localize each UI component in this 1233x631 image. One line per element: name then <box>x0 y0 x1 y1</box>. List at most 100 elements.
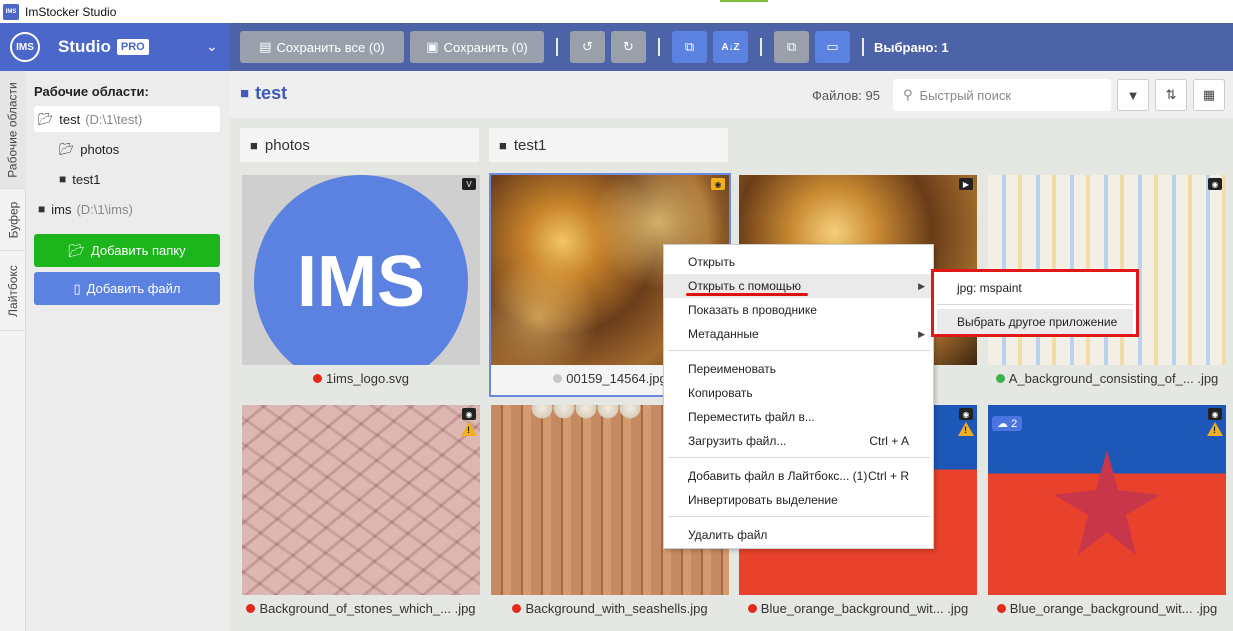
toolbar: ▤ Сохранить все (0) ▣ Сохранить (0) ↺ ↻ … <box>230 23 1233 71</box>
menu-item-move[interactable]: Переместить файл в... <box>664 405 933 429</box>
grid-icon: ▦ <box>1202 87 1216 102</box>
tree-item-ims[interactable]: ■ ims (D:\1\ims) <box>38 196 133 222</box>
file-label: Background_with_seashells.jpg <box>491 601 729 616</box>
binoculars-button[interactable]: ⧉ <box>672 31 707 63</box>
status-dot <box>996 604 1006 613</box>
brand-name: Studio <box>58 37 111 56</box>
toolbar-divider <box>862 38 864 56</box>
add-folder-button[interactable]: 📂︎ Добавить папку <box>34 234 220 267</box>
file-name: 1ims_logo.svg <box>325 371 410 386</box>
menu-item-metadata[interactable]: Метаданные ▶ <box>664 322 933 346</box>
save-all-label: Сохранить все (0) <box>276 39 385 55</box>
menu-divider <box>668 350 930 351</box>
tree-item-test[interactable]: 📂︎ test (D:\1\test) <box>34 106 220 132</box>
folder-name: test <box>255 83 288 103</box>
vector-icon: V <box>462 178 476 190</box>
toolbar-divider <box>658 38 660 56</box>
tree-item-label: ims <box>51 201 72 217</box>
camera-icon: ◉ <box>711 178 725 190</box>
file-card[interactable]: ◉ ! Background_of_stones_which_... .jpg <box>242 405 480 625</box>
status-dot <box>747 604 757 613</box>
status-dot <box>553 374 563 383</box>
cloud-count: 2 <box>1011 418 1018 430</box>
subfolder-test1[interactable]: ■ test1 <box>489 128 728 162</box>
filter-icon: ▼ <box>1126 87 1140 103</box>
tab-workspaces-label: Рабочие области <box>6 81 21 178</box>
menu-label: Загрузить файл... <box>688 434 787 448</box>
save-button[interactable]: ▣ Сохранить (0) <box>410 31 544 63</box>
subfolder-label: test1 <box>513 136 547 154</box>
menu-item-add-lightbox[interactable]: Добавить файл в Лайтбокс... (1) Ctrl + R <box>664 464 933 488</box>
tree-item-test1[interactable]: ■ test1 <box>59 166 100 192</box>
folder-open-icon: 📂︎ <box>38 112 54 126</box>
search-placeholder: Быстрый поиск <box>919 87 1012 103</box>
redo-button[interactable]: ↻ <box>611 31 646 63</box>
subfolder-label: photos <box>264 136 310 154</box>
menu-item-copy[interactable]: Копировать <box>664 381 933 405</box>
menu-item-open[interactable]: Открыть <box>664 250 933 274</box>
context-menu: Открыть Открыть с помощью ▶ Показать в пр… <box>663 244 934 549</box>
tree-item-label: test <box>59 111 81 127</box>
paste-button[interactable]: ▭ <box>815 31 850 63</box>
window-title: ImStocker Studio <box>25 4 117 19</box>
grid-view-button[interactable]: ▦ <box>1193 79 1225 111</box>
chevron-down-icon[interactable]: ⌄ <box>206 38 218 55</box>
file-card[interactable]: ☁ 2 ◉ ! Blue_orange_background_wit... .j… <box>988 405 1226 625</box>
selected-count: Выбрано: 1 <box>874 39 949 55</box>
search-input[interactable]: ⚲ Быстрый поиск <box>893 79 1111 111</box>
tab-buffer[interactable]: Буфер <box>0 189 26 251</box>
menu-item-upload[interactable]: Загрузить файл... Ctrl + A <box>664 429 933 453</box>
tab-workspaces[interactable]: Рабочие области <box>0 71 26 189</box>
sort-icon: ⇅ <box>1165 87 1177 102</box>
menu-label: Удалить файл <box>688 528 768 542</box>
file-name: A_background_consisting_of_... .jpg <box>1008 371 1219 386</box>
status-dot <box>246 604 256 613</box>
submenu-label: jpg: mspaint <box>957 280 1022 295</box>
menu-label: Переместить файл в... <box>688 410 815 424</box>
sort-button[interactable]: ⇅ <box>1155 79 1187 111</box>
undo-button[interactable]: ↺ <box>570 31 605 63</box>
redo-icon: ↻ <box>623 39 634 54</box>
save-all-button[interactable]: ▤ Сохранить все (0) <box>240 31 404 63</box>
copy-button[interactable]: ⧉ <box>774 31 809 63</box>
warning-icon: ! <box>461 422 477 436</box>
folder-open-icon: 📂︎ <box>68 242 85 258</box>
add-file-button[interactable]: ▯ Добавить файл <box>34 272 220 305</box>
file-label: 1ims_logo.svg <box>242 371 480 386</box>
brand-menu[interactable]: IMS Studio PRO ⌄ <box>0 23 230 71</box>
folder-icon: ■ <box>499 137 507 153</box>
app-icon: IMS <box>3 3 19 20</box>
file-name: Blue_orange_background_wit... .jpg <box>760 601 969 616</box>
sidebar: Рабочие области: 📂︎ test (D:\1\test) 📂︎ … <box>26 71 230 631</box>
starfish <box>1054 450 1160 555</box>
menu-divider <box>668 457 930 458</box>
thumbnail <box>242 405 480 595</box>
subfolder-photos[interactable]: ■ photos <box>240 128 479 162</box>
tree-item-photos[interactable]: 📂︎ photos <box>59 136 119 162</box>
add-folder-label: Добавить папку <box>90 243 186 258</box>
file-label: Background_of_stones_which_... .jpg <box>242 601 480 616</box>
menu-label: Инвертировать выделение <box>688 493 838 507</box>
filter-button[interactable]: ▼ <box>1117 79 1149 111</box>
menu-item-delete[interactable]: Удалить файл <box>664 523 933 547</box>
title-bar: IMS ImStocker Studio <box>0 0 1233 23</box>
menu-label: Добавить файл в Лайтбокс... (1) <box>688 469 868 483</box>
folder-icon: ■ <box>59 172 67 186</box>
menu-shortcut: Ctrl + A <box>869 434 909 448</box>
menu-item-rename[interactable]: Переименовать <box>664 357 933 381</box>
file-icon: ▯ <box>73 280 81 296</box>
file-card[interactable]: IMS V 1ims_logo.svg <box>242 175 480 395</box>
folder-icon: ■ <box>240 85 250 102</box>
tab-lightbox[interactable]: Лайтбокс <box>0 251 26 331</box>
menu-label: Показать в проводнике <box>688 303 817 317</box>
content-topbar: ■ test Файлов: 95 ⚲ Быстрый поиск ▼ ⇅ ▦ <box>230 71 1233 118</box>
submenu-item-mspaint[interactable]: jpg: mspaint <box>937 275 1133 300</box>
menu-divider <box>668 516 930 517</box>
camera-icon: ◉ <box>462 408 476 420</box>
warning-icon: ! <box>958 422 974 436</box>
menu-item-invert-selection[interactable]: Инвертировать выделение <box>664 488 933 512</box>
sort-az-button[interactable]: A↓Z <box>713 31 748 63</box>
menu-item-show-in-explorer[interactable]: Показать в проводнике <box>664 298 933 322</box>
camera-icon: ◉ <box>1208 408 1222 420</box>
submenu-item-choose-app[interactable]: Выбрать другое приложение <box>937 309 1133 334</box>
